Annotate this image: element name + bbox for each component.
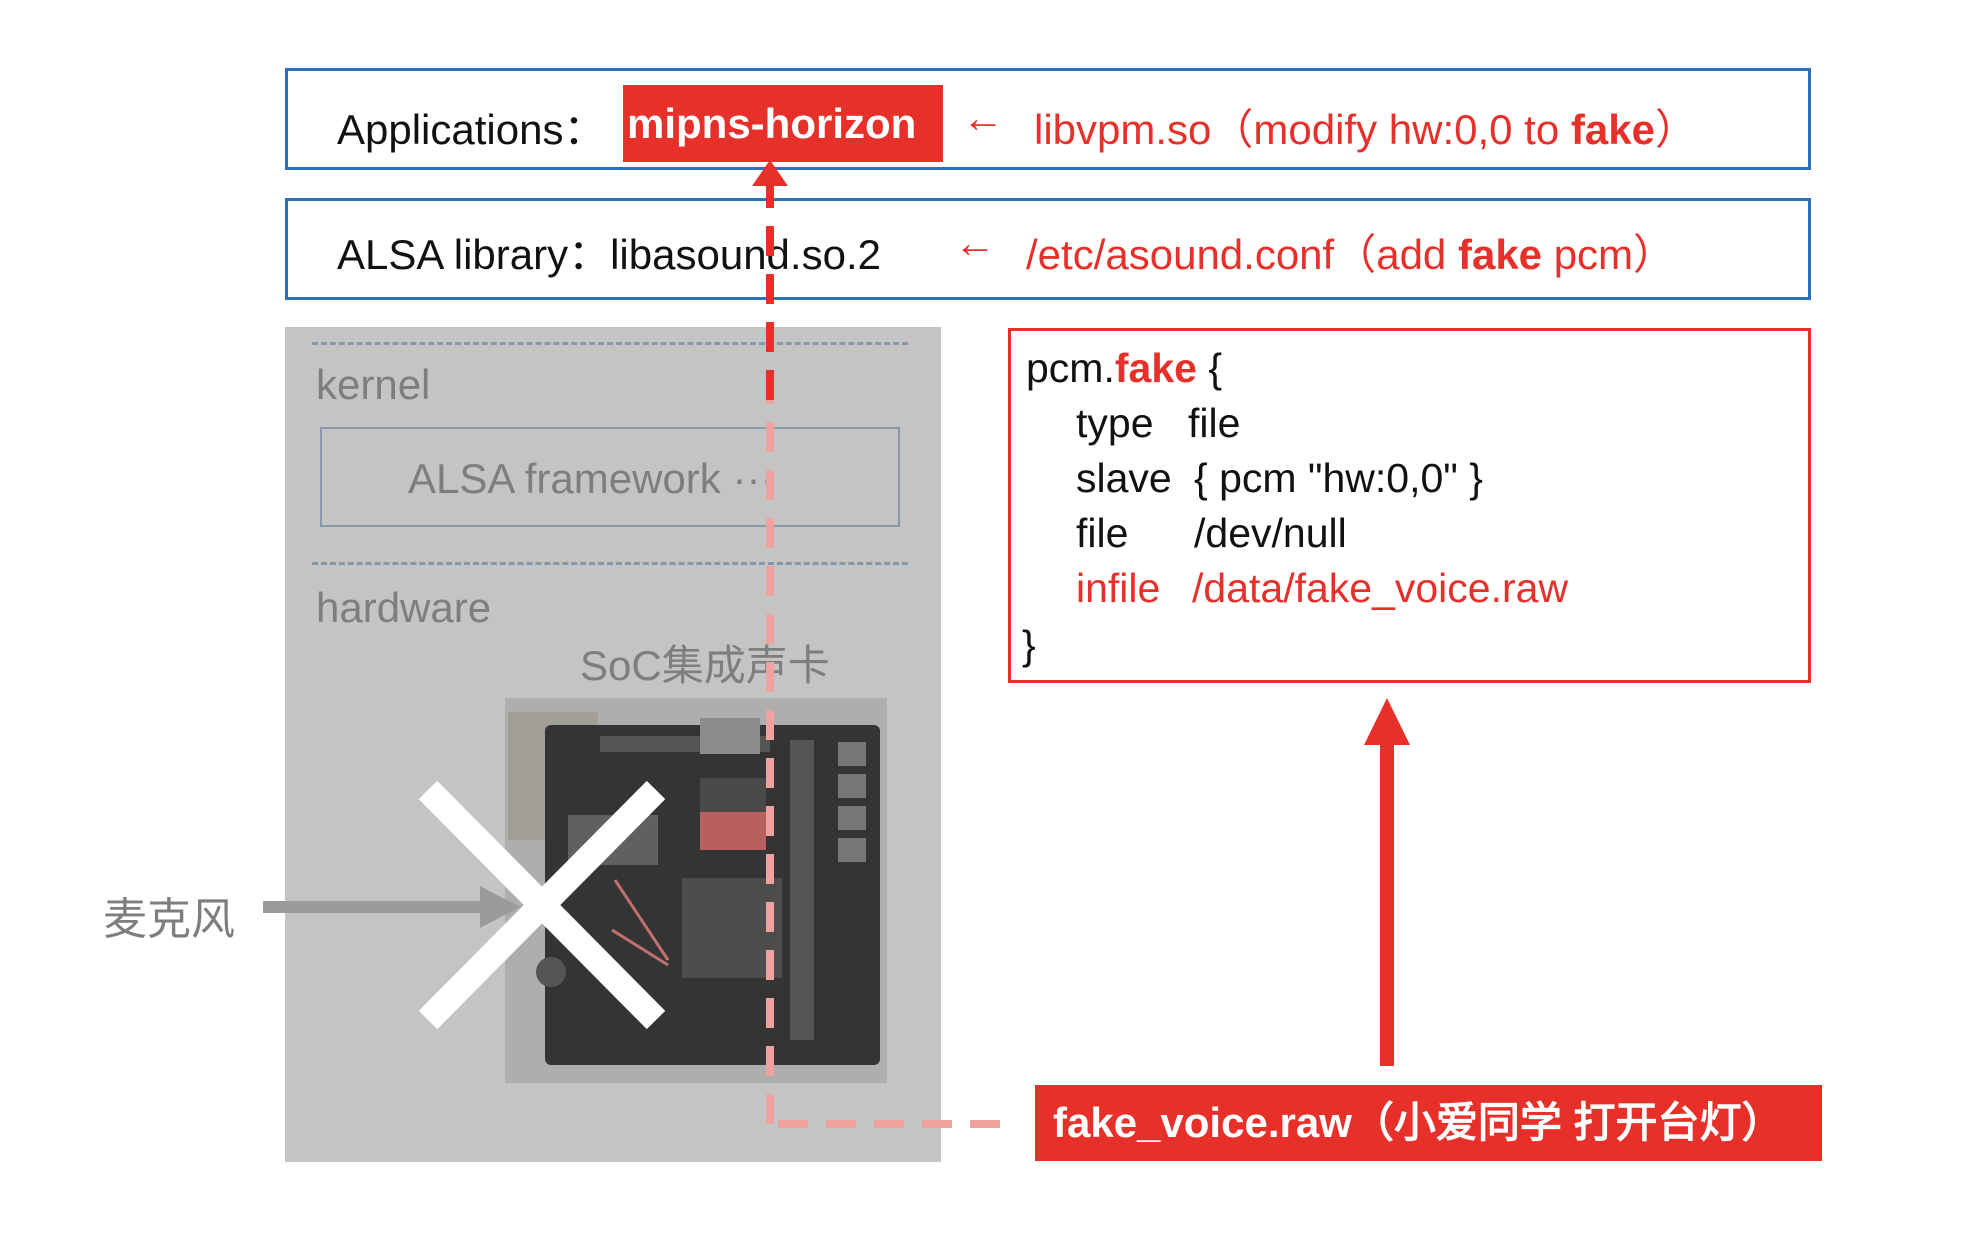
config-line-2-value: file	[1188, 400, 1241, 446]
pin-header-right	[790, 740, 814, 1040]
config-line-3-value: { pcm "hw:0,0" }	[1194, 455, 1483, 501]
board-button-4	[838, 838, 866, 862]
board-button-3	[838, 806, 866, 830]
usb-port	[700, 718, 760, 754]
sd-card-top	[700, 778, 766, 812]
board-microphone	[536, 957, 566, 987]
config-line-2-key: type	[1076, 400, 1154, 446]
config-line-4-value: /dev/null	[1194, 510, 1347, 556]
fake-voice-file-badge: fake_voice.raw（小爱同学 打开台灯）	[1035, 1085, 1822, 1161]
config-line-1-prefix: pcm.	[1026, 345, 1115, 391]
config-line-1-suffix: {	[1196, 345, 1223, 391]
source-to-config-arrowhead	[1364, 698, 1410, 745]
config-line-4-key: file	[1076, 510, 1129, 556]
board-button-1	[838, 742, 866, 766]
board-button-2	[838, 774, 866, 798]
dashed-path-arrowhead	[752, 160, 788, 186]
fake-voice-file-label: fake_voice.raw（小爱同学 打开台灯）	[1053, 1099, 1784, 1146]
config-line-1-bold: fake	[1114, 345, 1197, 391]
config-line-3-key: slave	[1076, 455, 1172, 501]
config-line-5-value: /data/fake_voice.raw	[1192, 565, 1569, 611]
microphone-label: 麦克风	[103, 895, 235, 944]
config-line-5-key: infile	[1076, 565, 1161, 611]
config-line-1: pcm.fake {	[1026, 345, 1222, 392]
config-line-6: }	[1022, 622, 1036, 668]
